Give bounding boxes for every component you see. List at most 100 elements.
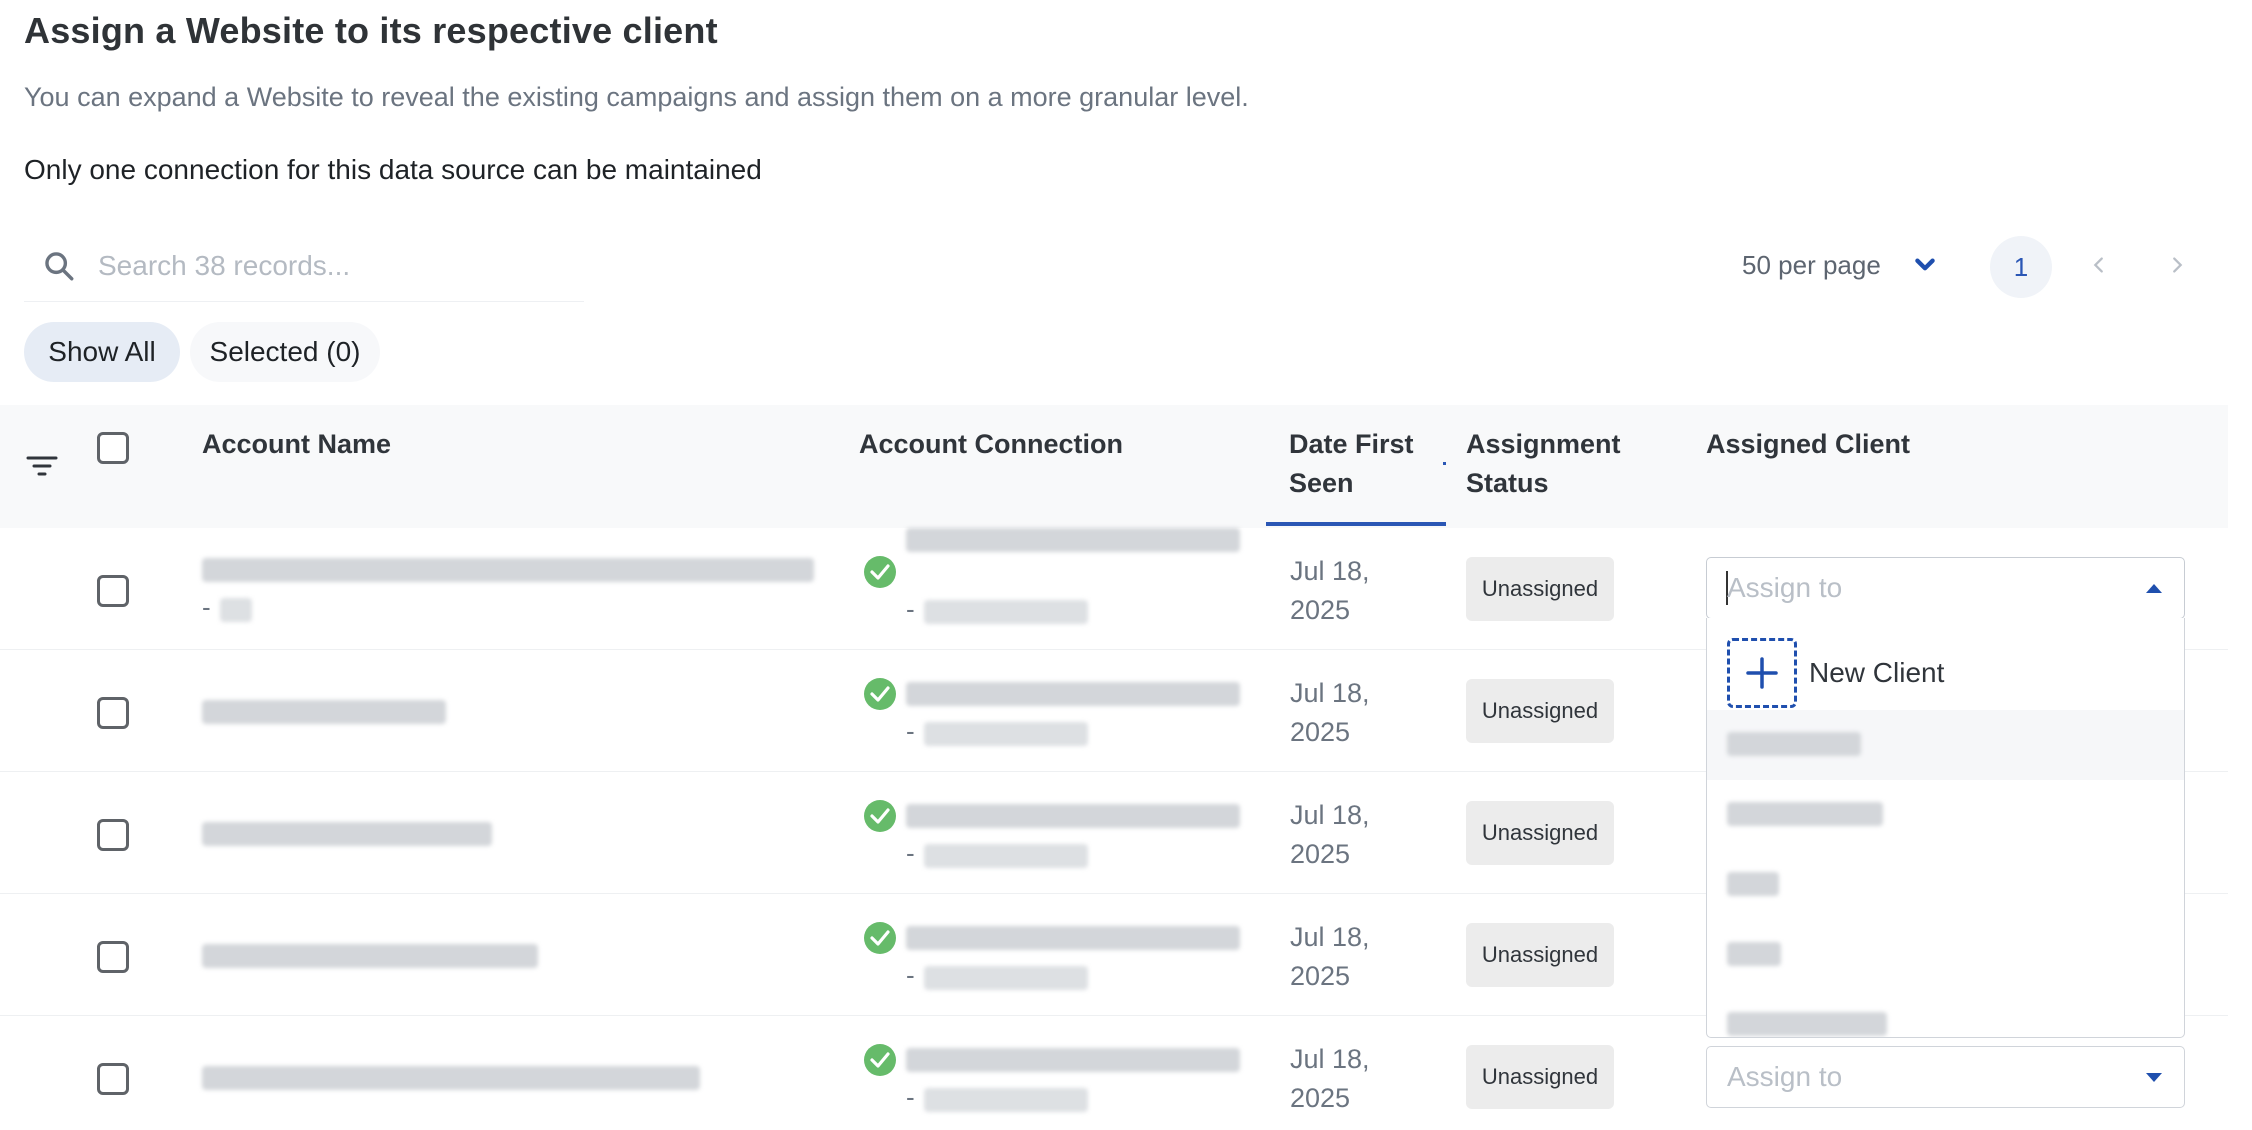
client-name-redacted [1727,872,1779,896]
account-connection-redacted [906,528,1240,552]
client-option[interactable] [1707,990,2184,1037]
page-subtitle: You can expand a Website to reveal the e… [24,82,1249,112]
caret-up-icon [2146,584,2162,593]
assign-placeholder: Assign to [1727,572,1843,603]
account-name-redacted [202,700,446,724]
check-circle-icon [864,1044,896,1076]
chevron-down-icon[interactable] [1912,252,1938,278]
account-connection-redacted [906,1048,1240,1072]
row-checkbox[interactable] [97,819,129,851]
page-header: Assign a Website to its respective clien… [24,10,1249,113]
search-box[interactable] [24,230,584,302]
chevron-left-icon[interactable] [2088,254,2110,276]
client-name-redacted [1727,802,1883,826]
sort-dot [1443,462,1446,465]
account-name-redacted [202,558,814,582]
connection-owner-redacted [924,966,1088,990]
date-line2: 2025 [1290,717,1351,747]
column-assignment-status[interactable]: Assignment Status [1466,425,1621,503]
check-circle-icon [864,678,896,710]
client-option[interactable] [1707,780,2184,850]
connection-owner-redacted [924,600,1088,624]
column-account-name[interactable]: Account Name [202,425,391,464]
sort-indicator [1266,522,1446,526]
date-line1: Jul 18, [1290,1044,1370,1074]
client-option[interactable] [1707,850,2184,920]
status-badge: Unassigned [1466,557,1614,621]
client-option[interactable] [1707,920,2184,990]
assign-client-select[interactable]: Assign to [1706,1046,2185,1108]
status-badge: Unassigned [1466,1045,1614,1109]
column-status-line2: Status [1466,468,1549,498]
account-name-redacted [202,822,492,846]
filter-lines-icon[interactable] [26,453,58,479]
check-circle-icon [864,922,896,954]
column-status-line1: Assignment [1466,429,1621,459]
date-line1: Jul 18, [1290,556,1370,586]
connection-prefix: - [906,960,915,990]
select-all-checkbox[interactable] [97,432,129,464]
account-name-redacted [202,944,538,968]
date-line1: Jul 18, [1290,800,1370,830]
connection-prefix: - [906,1082,915,1112]
date-line2: 2025 [1290,595,1351,625]
client-dropdown-menu: New Client [1706,618,2185,1038]
chevron-right-icon[interactable] [2166,254,2188,276]
column-date-line2: Seen [1289,468,1354,498]
date-line2: 2025 [1290,839,1351,869]
connection-owner-redacted [924,844,1088,868]
status-badge: Unassigned [1466,679,1614,743]
date-first-seen: Jul 18, 2025 [1290,1040,1370,1118]
client-option[interactable] [1707,710,2184,780]
row-checkbox[interactable] [97,941,129,973]
check-circle-icon [864,556,896,588]
row-checkbox[interactable] [97,1063,129,1095]
per-page-select[interactable]: 50 per page [1742,250,1881,281]
status-badge: Unassigned [1466,923,1614,987]
date-first-seen: Jul 18, 2025 [1290,918,1370,996]
column-date-first-seen[interactable]: Date First Seen [1289,425,1414,503]
page-number-button[interactable]: 1 [1990,236,2052,298]
date-line1: Jul 18, [1290,922,1370,952]
account-connection-redacted [906,804,1240,828]
selected-filter-button[interactable]: Selected (0) [190,322,380,382]
client-name-redacted [1727,942,1781,966]
account-name-suffix: - [202,592,211,622]
connection-prefix: - [906,594,915,624]
date-line1: Jul 18, [1290,678,1370,708]
page-title: Assign a Website to its respective clien… [24,10,718,51]
account-connection-redacted [906,926,1240,950]
assign-client-select-open[interactable]: Assign to [1706,557,2185,619]
plus-icon [1727,638,1797,708]
caret-down-icon [2146,1073,2162,1082]
row-checkbox[interactable] [97,697,129,729]
account-connection-redacted [906,682,1240,706]
client-name-redacted [1727,732,1861,756]
connection-notice: Only one connection for this data source… [24,154,762,185]
date-first-seen: Jul 18, 2025 [1290,552,1370,630]
date-line2: 2025 [1290,1083,1351,1113]
status-badge: Unassigned [1466,801,1614,865]
column-account-connection[interactable]: Account Connection [859,425,1123,464]
client-name-redacted [1727,1012,1887,1036]
account-name-redacted [202,1066,700,1090]
new-client-label: New Client [1809,657,1945,688]
column-assigned-client[interactable]: Assigned Client [1706,425,1910,464]
date-line2: 2025 [1290,961,1351,991]
column-date-line1: Date First [1289,429,1414,459]
assign-placeholder: Assign to [1727,1061,1843,1092]
table-header [0,405,2228,528]
check-circle-icon [864,800,896,832]
connection-prefix: - [906,838,915,868]
connection-owner-redacted [924,722,1088,746]
search-icon [45,251,74,280]
row-checkbox[interactable] [97,575,129,607]
date-first-seen: Jul 18, 2025 [1290,796,1370,874]
connection-owner-redacted [924,1088,1088,1112]
account-name-redacted-2 [220,598,252,622]
show-all-button[interactable]: Show All [24,322,180,382]
connection-prefix: - [906,716,915,746]
date-first-seen: Jul 18, 2025 [1290,674,1370,752]
search-input[interactable] [98,249,558,282]
new-client-option[interactable]: New Client [1727,638,1944,708]
